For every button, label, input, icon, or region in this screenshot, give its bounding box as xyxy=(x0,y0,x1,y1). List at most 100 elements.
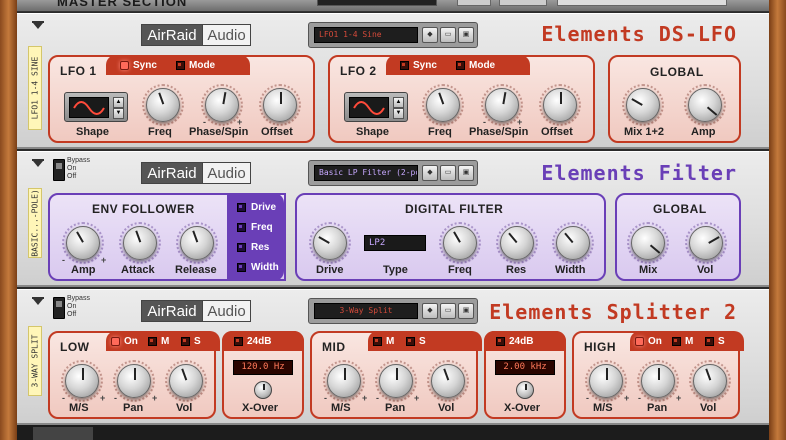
lfo1-offset-knob[interactable] xyxy=(259,84,301,126)
mid-mute-toggle[interactable]: M xyxy=(373,336,394,347)
plus-icon: + xyxy=(101,255,107,265)
xover2-value-display[interactable]: 2.00 kHz xyxy=(495,360,555,375)
high-mute-toggle[interactable]: M xyxy=(672,336,693,347)
mode-switch-icon xyxy=(456,61,465,70)
shape-up-icon[interactable]: ▲ xyxy=(113,97,124,108)
amp-knob[interactable] xyxy=(684,84,726,126)
low-ms-knob[interactable] xyxy=(61,360,103,402)
lfo1-phase-knob[interactable] xyxy=(201,84,243,126)
low-vol-knob[interactable] xyxy=(165,360,207,402)
mid-pan-knob[interactable] xyxy=(375,360,417,402)
lfo2-panel: LFO 2 Sync Mode ▲ ▼ Shape Freq - + Phase/… xyxy=(328,55,595,143)
high-ms-knob[interactable] xyxy=(585,360,627,402)
mix12-knob[interactable] xyxy=(622,84,664,126)
filter-width-label: Width xyxy=(555,264,586,276)
patch-prev-next-button[interactable]: ◆ xyxy=(422,165,438,181)
shape-up-icon[interactable]: ▲ xyxy=(393,97,404,108)
patch-save-button[interactable]: ▣ xyxy=(458,27,474,43)
xover2-slope-toggle[interactable]: 24dB xyxy=(496,336,533,347)
device-tape-label: BASIC...-POLE) xyxy=(28,188,42,258)
filter-res-label: Res xyxy=(506,264,527,276)
patch-browse-button[interactable]: ▭ xyxy=(440,27,456,43)
env-attack-knob[interactable] xyxy=(119,222,161,264)
xover1-knob[interactable] xyxy=(254,381,272,399)
low-solo-toggle[interactable]: S xyxy=(181,336,201,347)
mid-vol-knob[interactable] xyxy=(427,360,469,402)
target-drive-toggle[interactable]: Drive xyxy=(237,202,276,213)
master-button-1[interactable] xyxy=(457,0,491,6)
xover2-knob[interactable] xyxy=(516,381,534,399)
low-pan-knob[interactable] xyxy=(113,360,155,402)
filter-freq-label: Freq xyxy=(448,264,472,276)
patch-browse-button[interactable]: ▭ xyxy=(440,303,456,319)
lfo2-phase-knob[interactable] xyxy=(481,84,523,126)
filter-res-knob[interactable] xyxy=(496,222,538,264)
fold-triangle-icon[interactable] xyxy=(32,159,44,167)
master-section-title: MASTER SECTION xyxy=(57,0,188,9)
patch-name-display[interactable]: 3-Way Split xyxy=(314,303,418,319)
solo-switch-icon xyxy=(705,337,714,346)
minus-icon: - xyxy=(376,393,379,403)
switch-icon xyxy=(237,203,246,212)
lfo2-freq-knob[interactable] xyxy=(422,84,464,126)
xover1-slope-toggle[interactable]: 24dB xyxy=(234,336,271,347)
patch-browse-button[interactable]: ▭ xyxy=(440,165,456,181)
target-width-toggle[interactable]: Width xyxy=(237,262,279,273)
high-pan-knob[interactable] xyxy=(637,360,679,402)
filter-width-knob[interactable] xyxy=(552,222,594,264)
env-attack-label: Attack xyxy=(121,264,155,276)
filter-drive-knob[interactable] xyxy=(309,222,351,264)
lfo1-sync-toggle[interactable]: Sync xyxy=(120,60,157,71)
env-release-knob[interactable] xyxy=(176,222,218,264)
next-device-strip xyxy=(17,425,769,440)
shape-down-icon[interactable]: ▼ xyxy=(113,108,124,119)
lfo2-phase-label: Phase/Spin xyxy=(469,126,529,138)
master-button-2[interactable] xyxy=(499,0,547,6)
filter-freq-knob[interactable] xyxy=(439,222,481,264)
patch-save-button[interactable]: ▣ xyxy=(458,303,474,319)
low-on-toggle[interactable]: On xyxy=(111,336,138,347)
patch-prev-next-button[interactable]: ◆ xyxy=(422,303,438,319)
on-led-icon xyxy=(635,337,644,346)
high-vol-knob[interactable] xyxy=(689,360,731,402)
bypass-switch[interactable] xyxy=(53,297,65,319)
bypass-switch[interactable] xyxy=(53,159,65,181)
filter-vol-knob[interactable] xyxy=(685,222,727,264)
mid-vol-label: Vol xyxy=(438,402,455,414)
fold-triangle-icon[interactable] xyxy=(32,21,44,29)
filter-type-display[interactable]: LP2 xyxy=(364,235,426,251)
minus-icon: - xyxy=(62,393,65,403)
high-ms-label: M/S xyxy=(593,402,613,414)
target-res-toggle[interactable]: Res xyxy=(237,242,269,253)
filter-mix-knob[interactable] xyxy=(627,222,669,264)
patch-name-display[interactable]: Basic LP Filter (2-pole) xyxy=(314,165,418,181)
patch-prev-next-button[interactable]: ◆ xyxy=(422,27,438,43)
device-title: Elements Splitter 2 xyxy=(489,300,737,324)
lfo2-offset-knob[interactable] xyxy=(539,84,581,126)
mid-ms-knob[interactable] xyxy=(323,360,365,402)
patch-save-button[interactable]: ▣ xyxy=(458,165,474,181)
shape-down-icon[interactable]: ▼ xyxy=(393,108,404,119)
lfo1-mode-toggle[interactable]: Mode xyxy=(176,60,215,71)
high-on-toggle[interactable]: On xyxy=(635,336,662,347)
mid-pan-label: Pan xyxy=(385,402,406,414)
env-amp-knob[interactable] xyxy=(62,222,104,264)
patch-name-display[interactable]: LFO1 1-4 Sine xyxy=(314,27,418,43)
mid-solo-toggle[interactable]: S xyxy=(406,336,426,347)
plus-icon: + xyxy=(414,393,420,403)
fold-triangle-icon[interactable] xyxy=(32,297,44,305)
lfo1-phase-label: Phase/Spin xyxy=(189,126,249,138)
low-mute-toggle[interactable]: M xyxy=(148,336,169,347)
lfo1-shape-selector[interactable]: ▲ ▼ xyxy=(64,92,128,122)
high-solo-toggle[interactable]: S xyxy=(705,336,725,347)
env-follower-title: ENV FOLLOWER xyxy=(92,202,195,216)
lfo1-freq-knob[interactable] xyxy=(142,84,184,126)
plus-icon: + xyxy=(624,393,630,403)
lfo2-mode-toggle[interactable]: Mode xyxy=(456,60,495,71)
target-freq-toggle[interactable]: Freq xyxy=(237,222,273,233)
lfo1-freq-label: Freq xyxy=(148,126,172,138)
lfo2-sync-toggle[interactable]: Sync xyxy=(400,60,437,71)
xover1-value-display[interactable]: 120.0 Hz xyxy=(233,360,293,375)
global-title: GLOBAL xyxy=(650,65,704,79)
lfo2-shape-selector[interactable]: ▲ ▼ xyxy=(344,92,408,122)
